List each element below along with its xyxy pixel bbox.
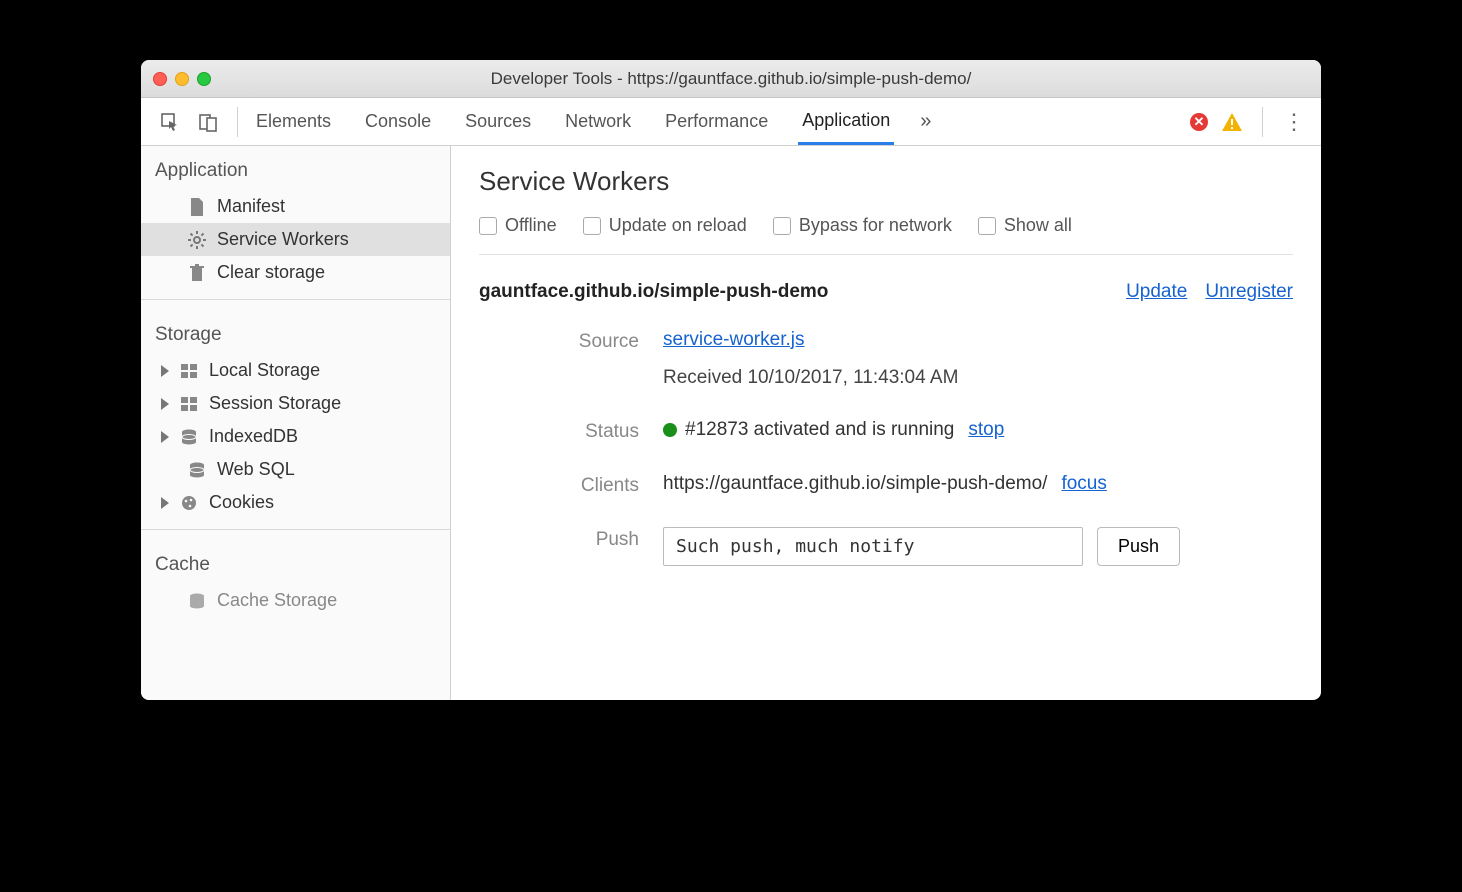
panel-heading: Service Workers <box>479 166 1293 197</box>
error-badge-icon[interactable]: ✕ <box>1190 113 1208 131</box>
grid-icon <box>179 364 199 378</box>
sidebar-item-label: Local Storage <box>209 360 320 381</box>
toolbar-separator <box>237 107 238 137</box>
sidebar-item-label: Manifest <box>217 196 285 217</box>
sidebar: Application Manifest Service Workers Cle… <box>141 146 451 700</box>
tab-elements[interactable]: Elements <box>252 101 335 143</box>
bypass-for-network-checkbox[interactable]: Bypass for network <box>773 215 952 236</box>
update-on-reload-checkbox[interactable]: Update on reload <box>583 215 747 236</box>
label-push: Push <box>479 527 639 551</box>
update-link[interactable]: Update <box>1126 281 1187 303</box>
sidebar-item-cache-storage[interactable]: Cache Storage <box>141 584 450 617</box>
toolbar-separator <box>1262 107 1263 137</box>
file-icon <box>187 198 207 216</box>
label-status: Status <box>479 419 639 443</box>
tab-performance[interactable]: Performance <box>661 101 772 143</box>
tab-network[interactable]: Network <box>561 101 635 143</box>
push-message-input[interactable] <box>663 527 1083 566</box>
grid-icon <box>179 397 199 411</box>
checkbox-label: Show all <box>1004 215 1072 236</box>
trash-icon <box>187 264 207 282</box>
sidebar-item-label: Service Workers <box>217 229 349 250</box>
warning-badge-icon[interactable] <box>1222 113 1242 131</box>
sidebar-item-clear-storage[interactable]: Clear storage <box>141 256 450 289</box>
database-icon <box>187 462 207 478</box>
sidebar-section-application: Application <box>141 146 450 190</box>
received-timestamp: Received 10/10/2017, 11:43:04 AM <box>663 367 1293 389</box>
sw-options-row: Offline Update on reload Bypass for netw… <box>479 215 1293 255</box>
sidebar-section-cache: Cache <box>141 540 450 584</box>
checkbox-label: Offline <box>505 215 557 236</box>
body: Application Manifest Service Workers Cle… <box>141 146 1321 700</box>
sidebar-item-indexeddb[interactable]: IndexedDB <box>141 420 450 453</box>
sidebar-item-label: Clear storage <box>217 262 325 283</box>
disclosure-icon[interactable] <box>161 497 169 509</box>
tab-console[interactable]: Console <box>361 101 435 143</box>
database-icon <box>187 593 207 609</box>
disclosure-icon[interactable] <box>161 365 169 377</box>
unregister-link[interactable]: Unregister <box>1205 281 1293 303</box>
sidebar-item-manifest[interactable]: Manifest <box>141 190 450 223</box>
status-text: #12873 activated and is running <box>685 419 954 440</box>
sidebar-section-storage: Storage <box>141 310 450 354</box>
sidebar-item-session-storage[interactable]: Session Storage <box>141 387 450 420</box>
gear-icon <box>187 231 207 249</box>
tabs-overflow[interactable]: » <box>920 110 931 133</box>
database-icon <box>179 429 199 445</box>
focus-link[interactable]: focus <box>1061 473 1106 495</box>
device-toolbar-icon[interactable] <box>193 107 223 137</box>
label-source: Source <box>479 329 639 353</box>
sidebar-item-label: Session Storage <box>209 393 341 414</box>
kebab-menu-icon[interactable]: ⋮ <box>1283 109 1307 135</box>
tab-application[interactable]: Application <box>798 100 894 145</box>
checkbox-label: Update on reload <box>609 215 747 236</box>
stop-link[interactable]: stop <box>968 419 1004 441</box>
sidebar-item-label: IndexedDB <box>209 426 298 447</box>
sidebar-item-label: Cookies <box>209 492 274 513</box>
show-all-checkbox[interactable]: Show all <box>978 215 1072 236</box>
devtools-tabs: Elements Console Sources Network Perform… <box>252 100 1182 144</box>
sidebar-item-local-storage[interactable]: Local Storage <box>141 354 450 387</box>
offline-checkbox[interactable]: Offline <box>479 215 557 236</box>
sidebar-item-websql[interactable]: Web SQL <box>141 453 450 486</box>
toolbar: Elements Console Sources Network Perform… <box>141 98 1321 146</box>
disclosure-icon[interactable] <box>161 431 169 443</box>
sidebar-item-service-workers[interactable]: Service Workers <box>141 223 450 256</box>
disclosure-icon[interactable] <box>161 398 169 410</box>
tab-sources[interactable]: Sources <box>461 101 535 143</box>
sidebar-item-label: Web SQL <box>217 459 295 480</box>
status-running-icon <box>663 423 677 437</box>
devtools-window: Developer Tools - https://gauntface.gith… <box>141 60 1321 700</box>
registration-origin: gauntface.github.io/simple-push-demo <box>479 281 828 303</box>
titlebar: Developer Tools - https://gauntface.gith… <box>141 60 1321 98</box>
registration: gauntface.github.io/simple-push-demo Upd… <box>479 281 1293 566</box>
sidebar-item-label: Cache Storage <box>217 590 337 611</box>
main-panel: Service Workers Offline Update on reload… <box>451 146 1321 700</box>
checkbox-label: Bypass for network <box>799 215 952 236</box>
sidebar-item-cookies[interactable]: Cookies <box>141 486 450 519</box>
source-file-link[interactable]: service-worker.js <box>663 329 804 350</box>
label-clients: Clients <box>479 473 639 497</box>
push-button[interactable]: Push <box>1097 527 1180 566</box>
inspect-element-icon[interactable] <box>155 107 185 137</box>
window-title: Developer Tools - https://gauntface.gith… <box>141 69 1321 89</box>
client-url: https://gauntface.github.io/simple-push-… <box>663 473 1047 495</box>
cookie-icon <box>179 495 199 511</box>
